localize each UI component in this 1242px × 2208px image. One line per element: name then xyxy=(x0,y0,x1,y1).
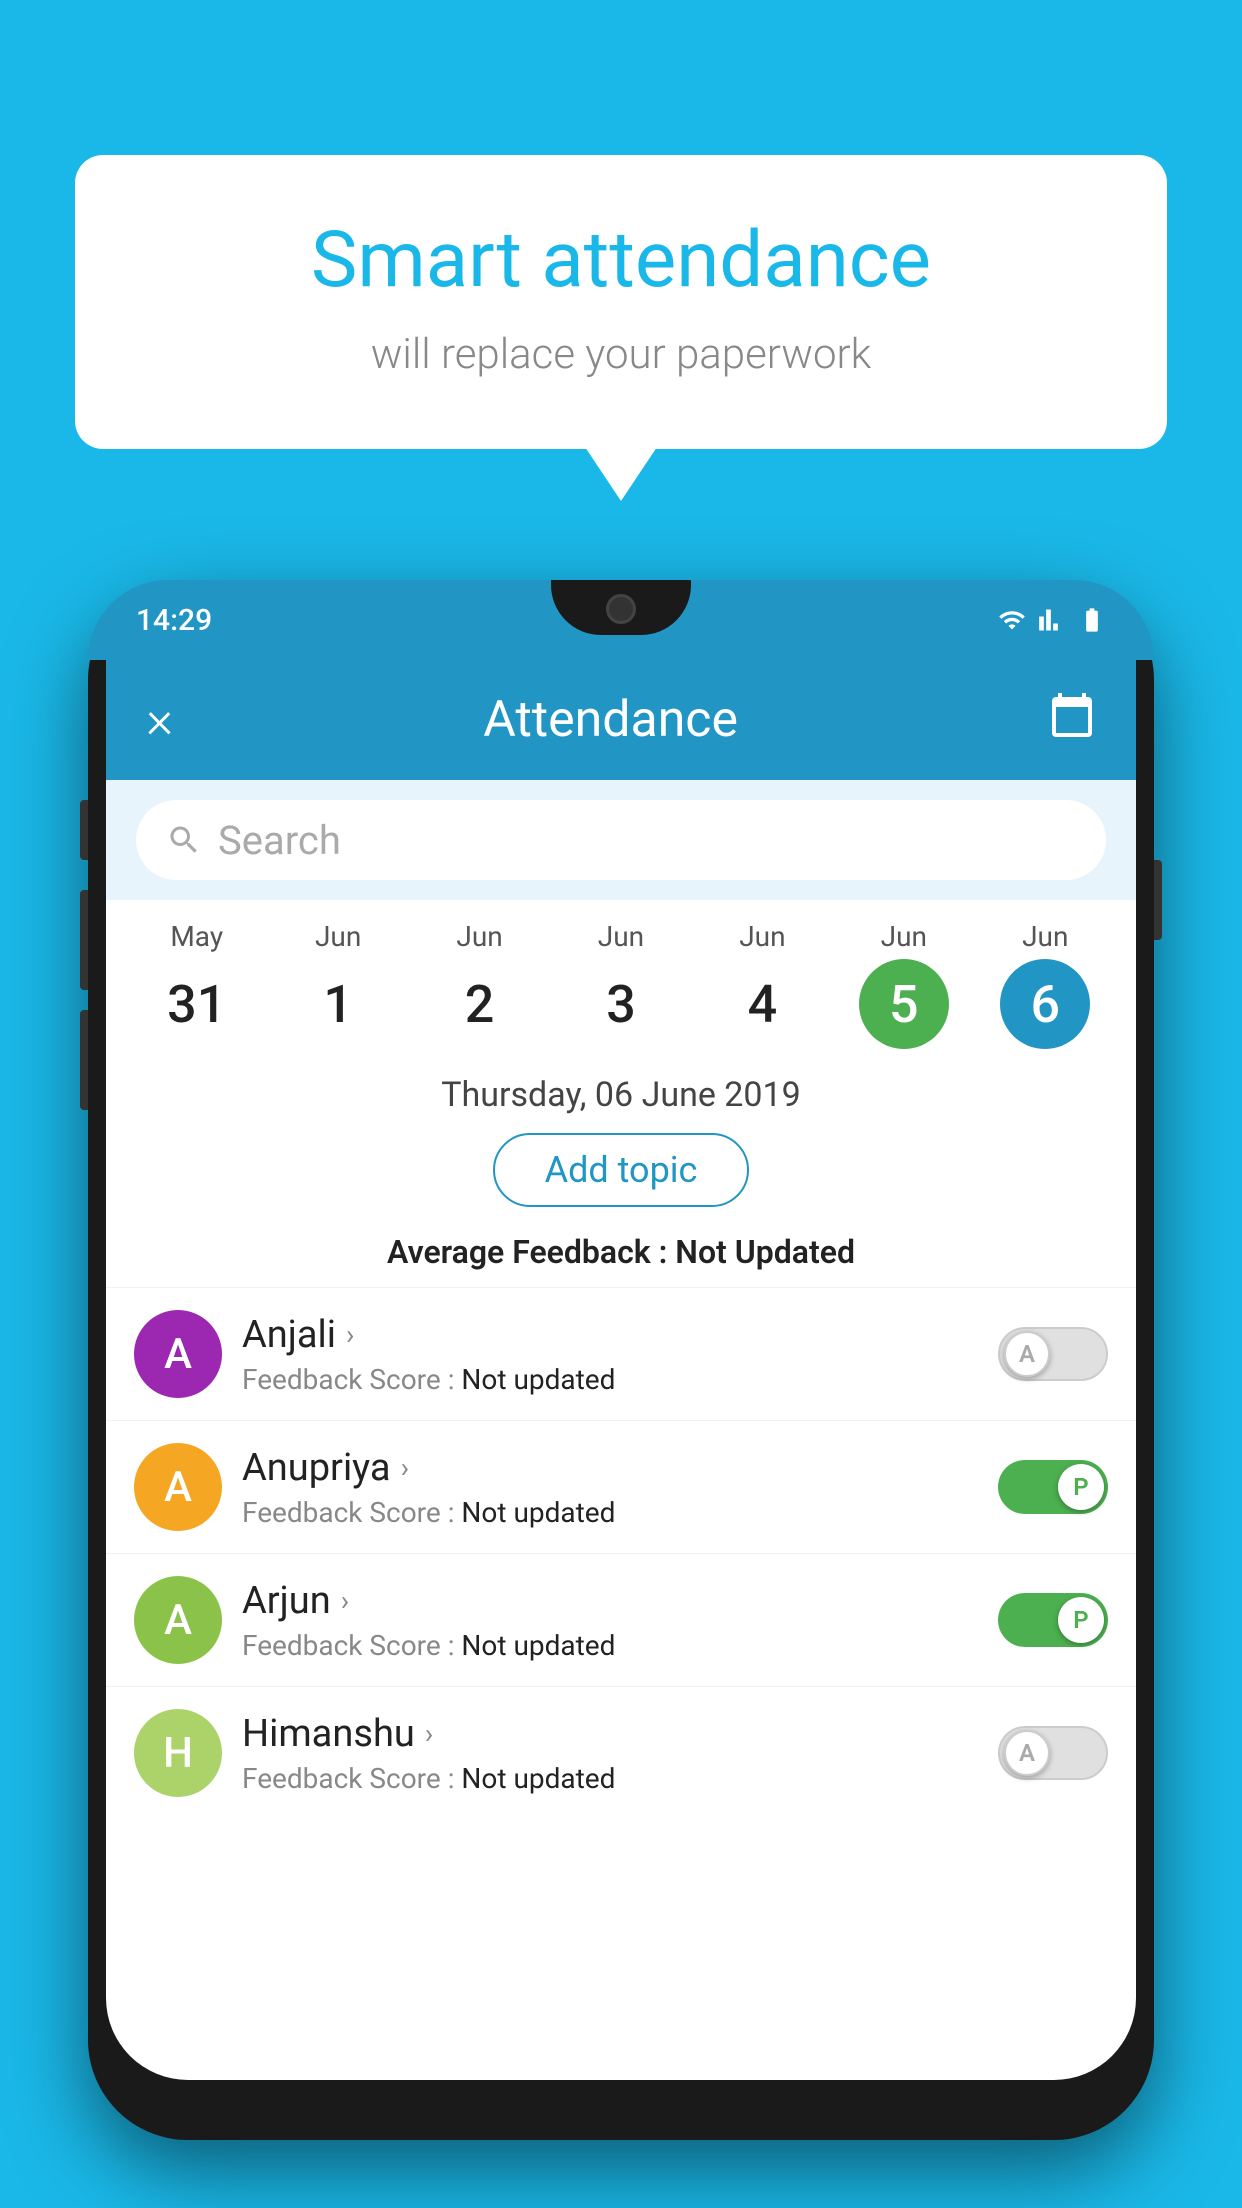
date-month: Jun xyxy=(692,920,833,953)
feedback-score: Feedback Score : Not updated xyxy=(242,1762,978,1795)
power-button xyxy=(1154,860,1162,940)
date-number[interactable]: 3 xyxy=(576,959,666,1049)
status-icons xyxy=(998,606,1106,634)
date-col[interactable]: Jun 6 xyxy=(975,920,1116,1049)
toggle-switch[interactable]: P xyxy=(998,1593,1108,1647)
avatar: H xyxy=(134,1709,222,1797)
toggle-knob: P xyxy=(1058,1597,1104,1643)
app-title: Attendance xyxy=(483,691,738,749)
date-number[interactable]: 4 xyxy=(717,959,807,1049)
phone-wrapper: 14:29 × Attendance xyxy=(88,580,1154,2208)
chevron-icon: › xyxy=(346,1318,354,1351)
student-info: Anjali › Feedback Score : Not updated xyxy=(242,1313,978,1396)
feedback-score: Feedback Score : Not updated xyxy=(242,1496,978,1529)
student-list: AAnjali ›Feedback Score : Not updatedAAA… xyxy=(106,1287,1136,1819)
date-month: May xyxy=(126,920,267,953)
student-name: Anjali › xyxy=(242,1313,978,1357)
search-icon xyxy=(166,822,202,858)
attendance-toggle[interactable]: A xyxy=(998,1327,1108,1381)
date-month: Jun xyxy=(550,920,691,953)
status-time: 14:29 xyxy=(136,603,212,638)
speech-bubble-title: Smart attendance xyxy=(125,215,1117,306)
student-info: Anupriya › Feedback Score : Not updated xyxy=(242,1446,978,1529)
app-screen: × Attendance Search May31J xyxy=(106,660,1136,2080)
date-number[interactable]: 1 xyxy=(293,959,383,1049)
avatar: A xyxy=(134,1310,222,1398)
date-month: Jun xyxy=(267,920,408,953)
phone: 14:29 × Attendance xyxy=(88,580,1154,2140)
chevron-icon: › xyxy=(341,1584,349,1617)
student-item[interactable]: H Himanshu › Feedback Score : Not updated A xyxy=(106,1686,1136,1819)
date-number[interactable]: 2 xyxy=(435,959,525,1049)
volume-up-button xyxy=(80,890,88,990)
student-item[interactable]: A Anjali › Feedback Score : Not updated A xyxy=(106,1287,1136,1420)
date-col[interactable]: May 31 xyxy=(126,920,267,1049)
selected-date-info: Thursday, 06 June 2019 Add topic xyxy=(106,1049,1136,1217)
speech-bubble-container: Smart attendance will replace your paper… xyxy=(75,155,1167,449)
date-number[interactable]: 6 xyxy=(1000,959,1090,1049)
attendance-toggle[interactable]: P xyxy=(998,1593,1108,1647)
date-col[interactable]: Jun 4 xyxy=(692,920,833,1049)
student-name: Anupriya › xyxy=(242,1446,978,1490)
date-number[interactable]: 31 xyxy=(152,959,242,1049)
avg-feedback-label: Average Feedback : xyxy=(387,1233,667,1271)
close-button[interactable]: × xyxy=(146,694,173,746)
feedback-score: Feedback Score : Not updated xyxy=(242,1629,978,1662)
student-item[interactable]: A Anupriya › Feedback Score : Not updated P xyxy=(106,1420,1136,1553)
search-bar[interactable]: Search xyxy=(136,800,1106,880)
add-topic-button[interactable]: Add topic xyxy=(493,1133,750,1207)
chevron-icon: › xyxy=(401,1451,409,1484)
app-header: × Attendance xyxy=(106,660,1136,780)
avatar: A xyxy=(134,1576,222,1664)
student-item[interactable]: A Arjun › Feedback Score : Not updated P xyxy=(106,1553,1136,1686)
toggle-switch[interactable]: A xyxy=(998,1726,1108,1780)
attendance-toggle[interactable]: A xyxy=(998,1726,1108,1780)
toggle-knob: A xyxy=(1004,1730,1050,1776)
battery-icon xyxy=(1078,606,1106,634)
speech-bubble-subtitle: will replace your paperwork xyxy=(125,330,1117,379)
date-col[interactable]: Jun 5 xyxy=(833,920,974,1049)
toggle-knob: P xyxy=(1058,1464,1104,1510)
volume-down-button xyxy=(80,1010,88,1110)
toggle-knob: A xyxy=(1004,1331,1050,1377)
speech-bubble: Smart attendance will replace your paper… xyxy=(75,155,1167,449)
signal-icon xyxy=(1038,606,1066,634)
selected-date-text: Thursday, 06 June 2019 xyxy=(126,1075,1116,1115)
search-placeholder: Search xyxy=(218,817,341,864)
student-name: Himanshu › xyxy=(242,1712,978,1756)
student-info: Arjun › Feedback Score : Not updated xyxy=(242,1579,978,1662)
student-info: Himanshu › Feedback Score : Not updated xyxy=(242,1712,978,1795)
chevron-icon: › xyxy=(425,1717,433,1750)
toggle-switch[interactable]: P xyxy=(998,1460,1108,1514)
attendance-toggle[interactable]: P xyxy=(998,1460,1108,1514)
student-name: Arjun › xyxy=(242,1579,978,1623)
date-col[interactable]: Jun 3 xyxy=(550,920,691,1049)
front-camera xyxy=(606,594,636,624)
avatar: A xyxy=(134,1443,222,1531)
date-col[interactable]: Jun 2 xyxy=(409,920,550,1049)
date-month: Jun xyxy=(833,920,974,953)
toggle-switch[interactable]: A xyxy=(998,1327,1108,1381)
avg-feedback-value: Not Updated xyxy=(675,1233,855,1271)
date-month: Jun xyxy=(409,920,550,953)
date-number[interactable]: 5 xyxy=(859,959,949,1049)
calendar-icon[interactable] xyxy=(1048,691,1096,750)
date-col[interactable]: Jun 1 xyxy=(267,920,408,1049)
avg-feedback: Average Feedback : Not Updated xyxy=(106,1217,1136,1287)
feedback-score: Feedback Score : Not updated xyxy=(242,1363,978,1396)
date-month: Jun xyxy=(975,920,1116,953)
wifi-icon xyxy=(998,606,1026,634)
silent-button xyxy=(80,800,88,860)
search-bar-container: Search xyxy=(106,780,1136,900)
date-row: May 31 Jun 1 Jun 2 Jun 3 Jun 4 Jun 5 Jun 6 xyxy=(106,900,1136,1049)
